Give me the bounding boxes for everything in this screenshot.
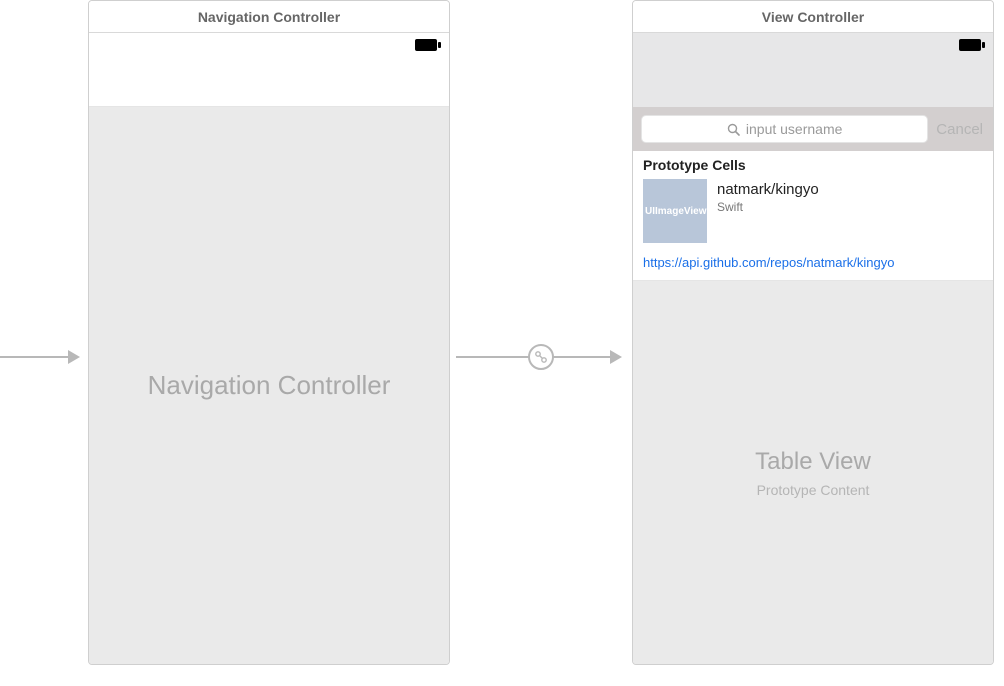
scene-title: Navigation Controller [89, 1, 449, 33]
cancel-button[interactable]: Cancel [934, 121, 985, 138]
uiimageview-placeholder: UIImageView [643, 179, 707, 243]
prototype-cell[interactable]: UIImageView natmark/kingyo Swift [633, 175, 993, 249]
scene-title: View Controller [633, 1, 993, 33]
search-placeholder: input username [746, 121, 843, 137]
table-view-placeholder: Table View Prototype Content [633, 281, 993, 664]
nav-controller-body: Navigation Controller [89, 107, 449, 664]
navigation-controller-scene[interactable]: Navigation Controller Navigation Control… [88, 0, 450, 665]
cell-text-stack: natmark/kingyo Swift [717, 179, 819, 243]
cell-subtitle-label: Swift [717, 200, 819, 214]
cell-url-label[interactable]: https://api.github.com/repos/natmark/kin… [633, 249, 993, 281]
segue-relationship-icon[interactable] [528, 344, 554, 370]
prototype-content-label: Prototype Content [757, 482, 870, 498]
cell-title-label: natmark/kingyo [717, 181, 819, 198]
view-controller-scene[interactable]: View Controller input username Cancel Pr… [632, 0, 994, 665]
search-icon [727, 123, 740, 136]
initial-segue-arrow [0, 356, 78, 358]
prototype-cells-header: Prototype Cells [633, 151, 993, 175]
battery-icon [959, 39, 985, 51]
battery-icon [415, 39, 441, 51]
nav-bar-area [633, 33, 993, 107]
search-input[interactable]: input username [641, 115, 928, 143]
search-bar: input username Cancel [633, 107, 993, 151]
table-view-label: Table View [755, 448, 871, 476]
nav-controller-label: Navigation Controller [148, 370, 391, 401]
nav-bar-area [89, 33, 449, 107]
